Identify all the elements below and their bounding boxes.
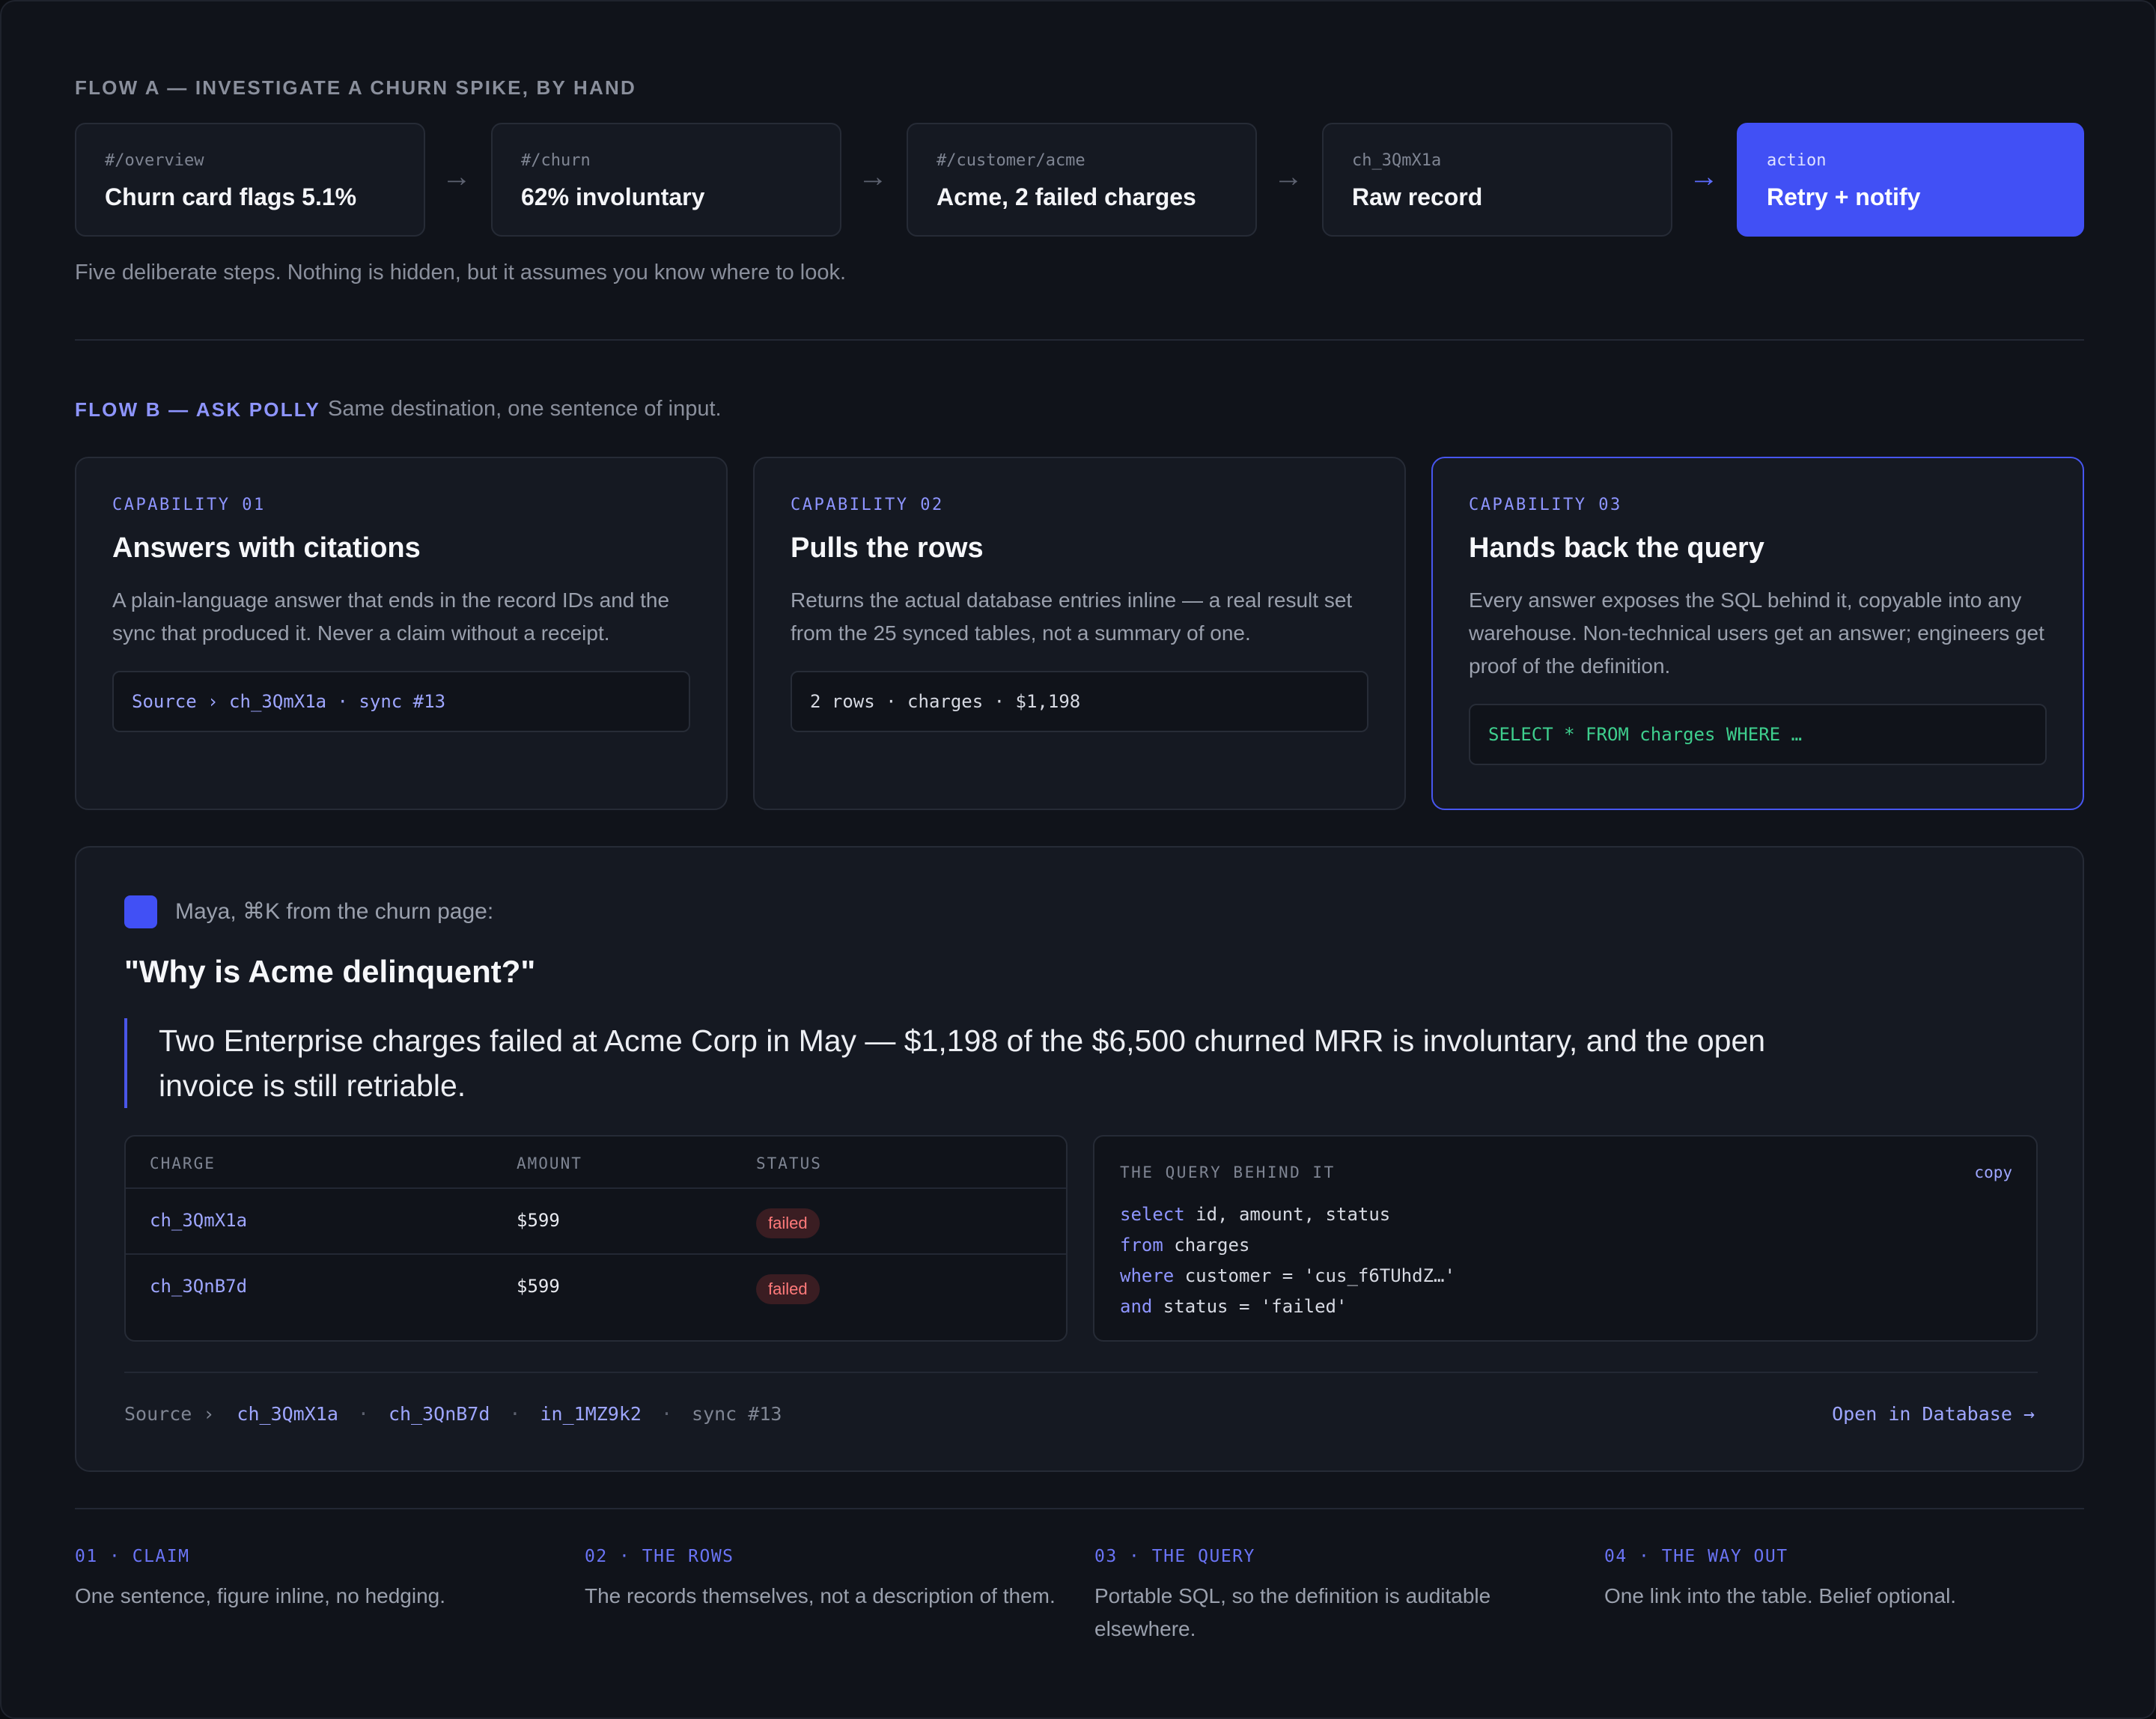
step-title: 62% involuntary xyxy=(521,183,705,210)
sql-keyword: select xyxy=(1120,1204,1185,1225)
capability-card-rows: CAPABILITY 02 Pulls the rows Returns the… xyxy=(753,457,1406,810)
footer-tag: 02 · THE ROWS xyxy=(585,1547,734,1566)
section-divider xyxy=(75,339,2084,341)
results-table: CHARGE AMOUNT STATUS ch_3QmX1a $599 fail… xyxy=(124,1135,1068,1342)
sql-code: select id, amount, status from charges w… xyxy=(1120,1199,1455,1322)
flow-a-label: FLOW A — INVESTIGATE A CHURN SPIKE, BY H… xyxy=(75,76,636,99)
capability-card-citations: CAPABILITY 01 Answers with citations A p… xyxy=(75,457,728,810)
footer-desc: Portable SQL, so the definition is audit… xyxy=(1094,1584,1491,1640)
step-title: Retry + notify xyxy=(1767,183,1921,210)
sql-line: from charges xyxy=(1120,1230,1455,1261)
sql-text: customer = 'cus_f6TUhdZ…' xyxy=(1174,1265,1455,1286)
footer-desc: The records themselves, not a descriptio… xyxy=(585,1584,1056,1607)
answer-text: Two Enterprise charges failed at Acme Co… xyxy=(124,1018,1846,1108)
table-cell-amount: $599 xyxy=(517,1210,560,1231)
arrow-icon: → xyxy=(1689,160,1719,193)
sql-line: where customer = 'cus_f6TUhdZ…' xyxy=(1120,1261,1455,1291)
footer-item-claim: 01 · CLAIM One sentence, figure inline, … xyxy=(75,1547,554,1613)
query-box: THE QUERY BEHIND IT copy select id, amou… xyxy=(1093,1135,2038,1342)
section-divider xyxy=(75,1508,2084,1509)
status-badge: failed xyxy=(756,1274,820,1304)
arrow-icon: → xyxy=(442,160,472,193)
sql-keyword: where xyxy=(1120,1265,1175,1286)
table-header-status: STATUS xyxy=(756,1154,822,1172)
asker-label: Maya, ⌘K from the churn page: xyxy=(175,899,494,924)
footer-item-rows: 02 · THE ROWS The records themselves, no… xyxy=(585,1547,1064,1613)
capability-tag: CAPABILITY 03 xyxy=(1469,496,1622,514)
step-path: #/churn xyxy=(521,151,591,170)
capability-title: Hands back the query xyxy=(1469,532,1764,564)
footer-item-way-out: 04 · THE WAY OUT One link into the table… xyxy=(1604,1547,2083,1613)
source-sync: sync #13 xyxy=(692,1403,782,1425)
open-in-database-link[interactable]: Open in Database → xyxy=(1832,1403,2035,1425)
arrow-icon: → xyxy=(858,160,888,193)
capability-desc: A plain-language answer that ends in the… xyxy=(112,588,670,645)
sql-text: id, amount, status xyxy=(1184,1204,1391,1225)
sql-keyword: and xyxy=(1120,1296,1153,1317)
flow-a-step-overview[interactable]: #/overview Churn card flags 5.1% xyxy=(75,123,425,237)
footer-tag: 04 · THE WAY OUT xyxy=(1604,1547,1788,1566)
step-path: ch_3QmX1a xyxy=(1352,151,1442,170)
capability-title: Answers with citations xyxy=(112,532,421,564)
flow-a-step-churn[interactable]: #/churn 62% involuntary xyxy=(491,123,841,237)
footer-item-query: 03 · THE QUERY Portable SQL, so the defi… xyxy=(1094,1547,1574,1646)
capability-tag: CAPABILITY 02 xyxy=(791,496,944,514)
capability-code: SELECT * FROM charges WHERE … xyxy=(1469,704,2047,765)
source-link[interactable]: ch_3QnB7d xyxy=(389,1403,490,1425)
footer-desc: One sentence, figure inline, no hedging. xyxy=(75,1584,446,1607)
capability-code: Source › ch_3QmX1a · sync #13 xyxy=(112,671,690,732)
step-path: #/overview xyxy=(105,151,204,170)
sql-line: and status = 'failed' xyxy=(1120,1291,1455,1322)
question-text: "Why is Acme delinquent?" xyxy=(124,954,536,989)
flow-a-step-customer[interactable]: #/customer/acme Acme, 2 failed charges xyxy=(907,123,1257,237)
capability-desc: Every answer exposes the SQL behind it, … xyxy=(1469,588,2044,678)
flow-b-subtitle: Same destination, one sentence of input. xyxy=(328,397,722,421)
sql-text: charges xyxy=(1163,1235,1250,1256)
footer-tag: 01 · CLAIM xyxy=(75,1547,190,1566)
flow-b-label: FLOW B — ASK POLLY xyxy=(75,398,321,421)
query-label: THE QUERY BEHIND IT xyxy=(1120,1163,1336,1181)
step-title: Raw record xyxy=(1352,183,1483,210)
status-badge: failed xyxy=(756,1208,820,1238)
avatar xyxy=(124,895,157,928)
source-separator: · xyxy=(357,1403,369,1425)
sql-text: status = 'failed' xyxy=(1152,1296,1348,1317)
table-header-amount: AMOUNT xyxy=(517,1154,582,1172)
table-divider xyxy=(126,1253,1066,1255)
flow-a-caption: Five deliberate steps. Nothing is hidden… xyxy=(75,261,847,285)
capability-code: 2 rows · charges · $1,198 xyxy=(791,671,1368,732)
capability-card-query: CAPABILITY 03 Hands back the query Every… xyxy=(1431,457,2084,810)
sql-keyword: from xyxy=(1120,1235,1163,1256)
step-title: Churn card flags 5.1% xyxy=(105,183,357,210)
source-link[interactable]: in_1MZ9k2 xyxy=(540,1403,641,1425)
table-cell-amount: $599 xyxy=(517,1276,560,1297)
source-separator: · xyxy=(509,1403,521,1425)
flow-a-step-action[interactable]: action Retry + notify xyxy=(1737,123,2084,237)
source-prefix: Source › xyxy=(124,1403,215,1425)
flow-a-step-raw-record[interactable]: ch_3QmX1a Raw record xyxy=(1322,123,1672,237)
table-cell-charge[interactable]: ch_3QmX1a xyxy=(150,1210,247,1231)
arrow-icon: → xyxy=(1273,160,1303,193)
page-frame: FLOW A — INVESTIGATE A CHURN SPIKE, BY H… xyxy=(0,0,2156,1719)
capability-desc: Returns the actual database entries inli… xyxy=(791,588,1353,645)
table-cell-charge[interactable]: ch_3QnB7d xyxy=(150,1276,247,1297)
copy-button[interactable]: copy xyxy=(1974,1163,2012,1181)
conversation-panel: Maya, ⌘K from the churn page: "Why is Ac… xyxy=(75,846,2084,1472)
footer-tag: 03 · THE QUERY xyxy=(1094,1547,1255,1566)
sql-line: select id, amount, status xyxy=(1120,1199,1455,1230)
step-path: #/customer/acme xyxy=(937,151,1085,170)
source-separator: · xyxy=(660,1403,673,1425)
source-bar: Source › ch_3QmX1a · ch_3QnB7d · in_1MZ9… xyxy=(124,1403,782,1425)
footer-desc: One link into the table. Belief optional… xyxy=(1604,1584,1957,1607)
source-link[interactable]: ch_3QmX1a xyxy=(237,1403,338,1425)
capability-title: Pulls the rows xyxy=(791,532,984,564)
table-header-charge: CHARGE xyxy=(150,1154,216,1172)
step-title: Acme, 2 failed charges xyxy=(937,183,1196,210)
panel-divider xyxy=(124,1372,2038,1373)
step-path: action xyxy=(1767,151,1827,170)
capability-tag: CAPABILITY 01 xyxy=(112,496,266,514)
table-divider xyxy=(126,1187,1066,1189)
